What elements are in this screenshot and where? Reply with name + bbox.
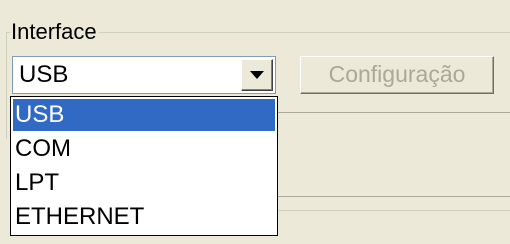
dropdown-option-ethernet[interactable]: ETHERNET	[13, 201, 275, 233]
interface-combobox[interactable]: USB	[12, 56, 276, 94]
interface-group-label: Interface	[10, 19, 99, 44]
combobox-dropdown-button[interactable]	[241, 59, 273, 91]
divider-line	[278, 210, 510, 211]
configuracao-button[interactable]: Configuração	[300, 56, 494, 94]
dropdown-option-usb[interactable]: USB	[13, 99, 275, 131]
divider-line	[278, 112, 510, 113]
divider-line	[278, 196, 510, 197]
interface-dropdown-list: USB COM LPT ETHERNET	[10, 96, 278, 236]
dropdown-option-lpt[interactable]: LPT	[13, 167, 275, 199]
interface-combobox-value: USB	[19, 61, 69, 88]
chevron-down-icon	[250, 71, 264, 79]
dropdown-option-com[interactable]: COM	[13, 133, 275, 165]
